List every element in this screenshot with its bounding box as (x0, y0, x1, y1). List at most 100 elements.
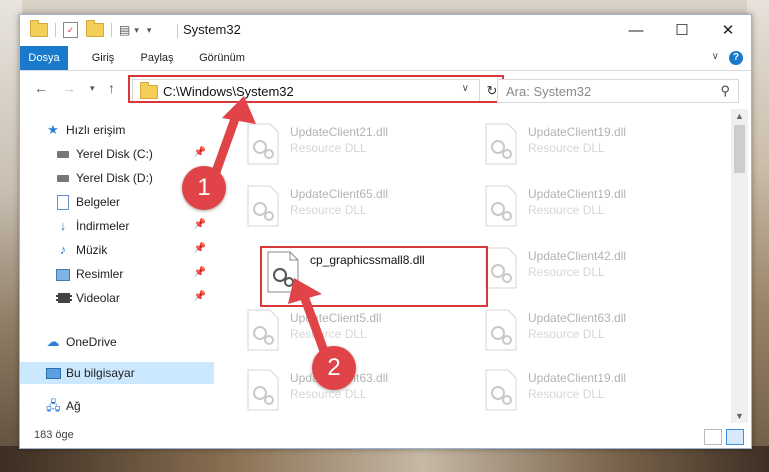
ribbon-tabs: Dosya Giriş Paylaş Görünüm ∨ ? (20, 46, 751, 71)
file-name: UpdateClient21.dll (290, 125, 389, 139)
dll-file-icon (247, 369, 279, 411)
dll-file-icon (485, 247, 517, 289)
file-highlight-box (260, 246, 488, 307)
nav-item-onedrive[interactable]: ☁ OneDrive (20, 331, 214, 353)
recent-locations-icon[interactable]: ▾ (90, 83, 95, 94)
file-list-pane: UpdateClient21.dll Resource DLL UpdateCl… (220, 109, 731, 423)
folder-icon (30, 20, 48, 37)
drive-icon (56, 147, 70, 161)
ribbon-expand-icon[interactable]: ∨ (712, 51, 719, 62)
window-title: System32 (183, 22, 241, 37)
nav-item-network[interactable]: 🖧 Ağ (20, 395, 214, 417)
nav-item-music[interactable]: ♪ Müzik 📌 (20, 239, 214, 261)
help-icon[interactable]: ? (729, 51, 743, 65)
pictures-icon (56, 267, 70, 281)
maximize-button[interactable]: ☐ (659, 15, 705, 46)
callout-badge-2: 2 (312, 346, 356, 390)
up-icon[interactable]: ↑ (108, 80, 115, 96)
drive-icon (56, 171, 70, 185)
file-item[interactable]: UpdateClient19.dll Resource DLL (480, 365, 700, 419)
tab-view[interactable]: Görünüm (192, 46, 252, 70)
file-item[interactable]: UpdateClient19.dll Resource DLL (480, 119, 700, 173)
properties-icon[interactable]: ✓ (63, 22, 78, 38)
tab-file[interactable]: Dosya (20, 46, 68, 70)
back-icon[interactable]: ← (34, 80, 48, 96)
nav-item-label: Yerel Disk (D:) (76, 171, 153, 185)
address-highlight-box (128, 75, 504, 103)
pin-icon[interactable]: 📌 (194, 243, 206, 254)
file-name: UpdateClient19.dll (528, 371, 627, 385)
file-item[interactable]: UpdateClient19.dll Resource DLL (480, 181, 700, 235)
computer-icon (46, 366, 61, 380)
close-button[interactable]: ✕ (705, 15, 751, 46)
dll-file-icon (485, 369, 517, 411)
customize-toolbar-icon[interactable]: ▾ (147, 25, 152, 36)
scrollbar-thumb[interactable] (734, 125, 745, 173)
scroll-down-icon[interactable]: ▼ (735, 411, 744, 421)
scroll-up-icon[interactable]: ▲ (735, 111, 744, 121)
nav-item-label: İndirmeler (76, 219, 130, 233)
status-bar: 183 öge (20, 424, 751, 448)
video-icon (56, 291, 72, 305)
nav-item-label: Ağ (66, 399, 81, 413)
nav-item-quick-access[interactable]: ★ Hızlı erişim (20, 119, 214, 141)
file-name: UpdateClient65.dll (290, 187, 389, 201)
file-description: Resource DLL (528, 203, 605, 217)
customize-dropdown-icon[interactable]: ▾ (134, 25, 139, 36)
documents-icon (56, 195, 70, 210)
forward-icon[interactable]: → (62, 80, 76, 96)
cloud-icon: ☁ (46, 334, 60, 349)
dll-file-icon (247, 309, 279, 351)
file-name: UpdateClient19.dll (528, 187, 627, 201)
large-icons-view-icon[interactable] (726, 429, 744, 445)
file-item[interactable]: UpdateClient5.dll Resource DLL (242, 305, 462, 359)
file-name: UpdateClient5.dll (290, 311, 382, 325)
dll-file-icon (247, 185, 279, 227)
pin-icon[interactable]: 📌 (194, 219, 206, 230)
file-description: Resource DLL (528, 141, 605, 155)
nav-item-label: Bu bilgisayar (66, 366, 135, 380)
nav-item-this-pc[interactable]: Bu bilgisayar (20, 362, 214, 384)
vertical-scrollbar[interactable]: ▲ ▼ (731, 109, 748, 423)
nav-item-label: Hızlı erişim (66, 123, 126, 137)
tab-share[interactable]: Paylaş (132, 46, 182, 70)
pin-icon[interactable]: 📌 (194, 147, 206, 158)
file-item[interactable]: UpdateClient63.dll Resource DLL (480, 305, 700, 359)
explorer-window: ✓ ▤ ▾ ▾ System32 — ☐ ✕ Dosya Giriş Payla… (19, 14, 752, 449)
file-item[interactable]: UpdateClient21.dll Resource DLL (242, 119, 462, 173)
file-item[interactable]: UpdateClient42.dll Resource DLL (480, 243, 700, 297)
pin-icon[interactable]: 📌 (194, 291, 206, 302)
nav-item-label: Resimler (76, 267, 124, 281)
tab-home[interactable]: Giriş (80, 46, 126, 70)
rename-icon[interactable]: ▤ (119, 23, 130, 37)
nav-item-videos[interactable]: Videolar 📌 (20, 287, 214, 309)
search-icon: ⚲ (720, 83, 730, 98)
file-description: Resource DLL (528, 327, 605, 341)
nav-item-local-disk-c[interactable]: Yerel Disk (C:) 📌 (20, 143, 214, 165)
star-icon: ★ (47, 122, 59, 137)
callout-badge-1: 1 (182, 166, 226, 210)
nav-item-label: Belgeler (76, 195, 121, 209)
title-bar: ✓ ▤ ▾ ▾ System32 — ☐ ✕ (20, 15, 751, 46)
item-count: 183 öge (34, 429, 74, 441)
pin-icon[interactable]: 📌 (194, 267, 206, 278)
file-description: Resource DLL (528, 387, 605, 401)
separator (55, 23, 56, 37)
minimize-button[interactable]: — (613, 15, 659, 46)
nav-item-downloads[interactable]: ↓ İndirmeler 📌 (20, 215, 214, 237)
nav-item-label: Yerel Disk (C:) (76, 147, 153, 161)
navigation-pane: ★ Hızlı erişim Yerel Disk (C:) 📌 Yerel D… (20, 109, 216, 423)
music-icon: ♪ (59, 242, 67, 257)
nav-item-label: Videolar (76, 291, 120, 305)
search-placeholder: Ara: System32 (506, 84, 592, 99)
file-item[interactable]: UpdateClient65.dll Resource DLL (242, 181, 462, 235)
separator (177, 24, 178, 38)
quick-access-toolbar: ✓ ▤ ▾ ▾ (30, 20, 152, 39)
new-folder-icon[interactable] (86, 20, 104, 37)
file-description: Resource DLL (290, 203, 367, 217)
file-name: UpdateClient63.dll (528, 311, 627, 325)
search-input[interactable]: Ara: System32 ⚲ (497, 79, 739, 103)
nav-item-pictures[interactable]: Resimler 📌 (20, 263, 214, 285)
dll-file-icon (485, 123, 517, 165)
details-view-icon[interactable] (704, 429, 722, 445)
